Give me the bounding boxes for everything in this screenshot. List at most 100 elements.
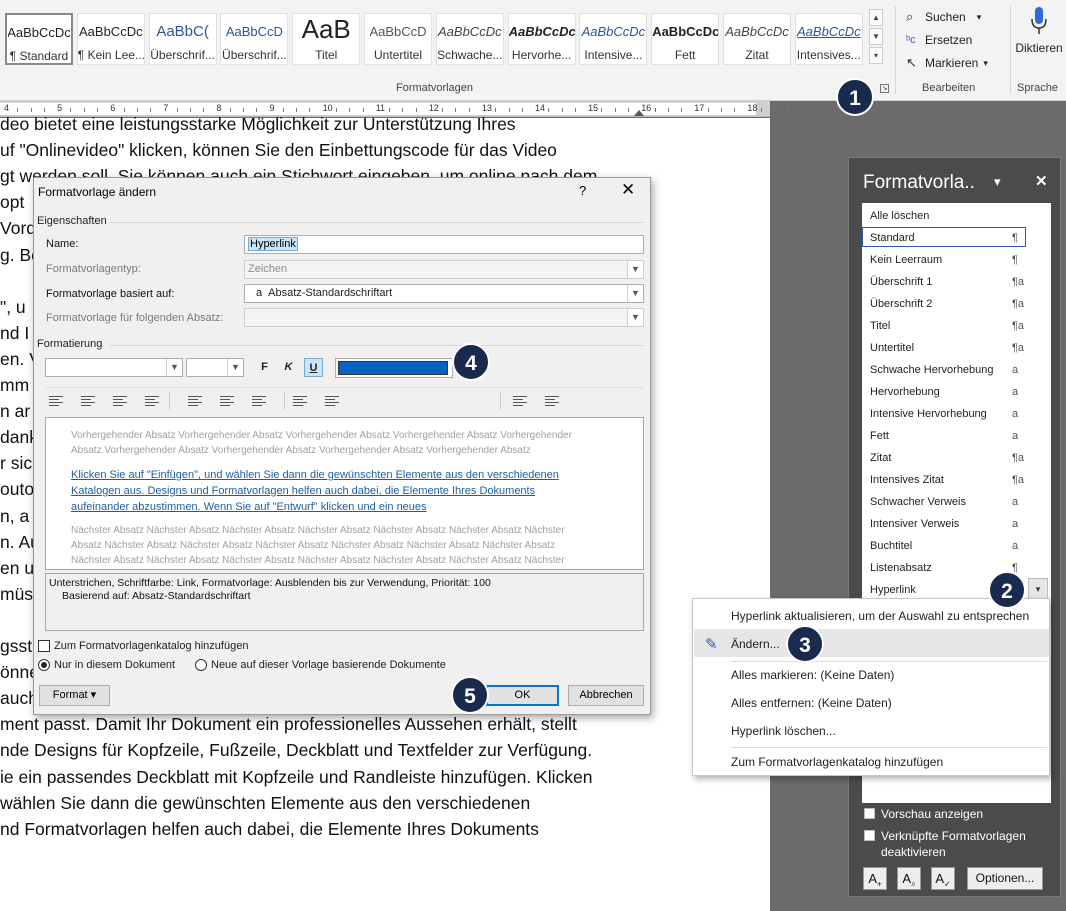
style-list-item[interactable]: Titel xyxy=(870,320,890,332)
icon-line xyxy=(545,396,559,397)
style-tile[interactable]: AaBbCcDc Hervorhe... xyxy=(507,13,576,65)
dictate-button[interactable]: Diktieren xyxy=(1014,6,1064,62)
gallery-more-icon[interactable]: ▾ xyxy=(869,47,883,64)
style-preview-text: AaBbCcDc xyxy=(581,24,646,39)
manage-styles-button[interactable]: A✓ xyxy=(931,867,955,890)
pane-close-icon[interactable]: ✕ xyxy=(1035,172,1048,190)
paragraph-format-icon[interactable] xyxy=(513,394,529,408)
select-button[interactable]: ↖ Markieren ▾ xyxy=(906,53,988,73)
preview-next-paragraph: Absatz Nächster Absatz Nächster Absatz N… xyxy=(71,540,556,551)
style-name: ¶ Kein Lee... xyxy=(77,48,144,62)
style-name: Untertitel xyxy=(373,48,423,62)
pane-options-chevron-icon[interactable]: ▾ xyxy=(994,174,1001,190)
paragraph-format-icon[interactable] xyxy=(49,394,65,408)
style-list-item[interactable]: Zitat xyxy=(870,452,891,464)
dialog-close-icon[interactable]: ✕ xyxy=(621,180,635,200)
style-list-item[interactable]: Untertitel xyxy=(870,342,914,354)
styles-dialog-launcher-icon[interactable]: ↘ xyxy=(880,84,889,93)
cancel-button[interactable]: Abbrechen xyxy=(568,685,644,706)
menu-item-select-all[interactable]: Alles markieren: (Keine Daten) xyxy=(731,668,894,682)
modify-style-dialog: Formatvorlage ändern ? ✕ Eigenschaften N… xyxy=(33,177,651,715)
indent-marker-icon[interactable] xyxy=(634,110,644,116)
search-icon: ⌕ xyxy=(906,9,914,24)
paragraph-format-icon[interactable] xyxy=(325,394,341,408)
paragraph-format-icon[interactable] xyxy=(252,394,268,408)
only-this-doc-radio[interactable] xyxy=(38,659,50,671)
new-style-button[interactable]: A+ xyxy=(863,867,887,890)
find-button[interactable]: ⌕ Suchen ▾ xyxy=(906,7,981,27)
italic-button[interactable]: K xyxy=(279,358,298,377)
based-on-select[interactable]: a Absatz-Standardschriftart ▼ xyxy=(244,284,644,303)
paragraph-format-icon[interactable] xyxy=(113,394,129,408)
style-inspector-button[interactable]: A⌕ xyxy=(897,867,921,890)
style-list-item[interactable]: Fett xyxy=(870,430,889,442)
menu-item-update-hyperlink[interactable]: Hyperlink aktualisieren, um der Auswahl … xyxy=(731,609,1029,623)
style-tile[interactable]: AaBbCcDc Schwache... xyxy=(435,13,504,65)
ok-button[interactable]: OK xyxy=(486,685,559,706)
style-tile[interactable]: AaB Titel xyxy=(292,13,361,65)
bold-button[interactable]: F xyxy=(255,358,274,377)
ruler-number: 8 xyxy=(216,103,222,113)
paragraph-format-icon[interactable] xyxy=(188,394,204,408)
style-list-item[interactable]: Hyperlink xyxy=(870,584,916,596)
new-docs-radio[interactable] xyxy=(195,659,207,671)
options-button[interactable]: Optionen... xyxy=(967,867,1043,890)
add-to-gallery-checkbox[interactable] xyxy=(38,640,50,652)
ruler-tick xyxy=(335,108,337,112)
style-tile[interactable]: AaBbCcDc Intensive... xyxy=(579,13,648,65)
style-list-item[interactable]: Intensiver Verweis xyxy=(870,518,959,530)
menu-item-modify[interactable]: Ändern... xyxy=(731,637,780,651)
paragraph-format-icon[interactable] xyxy=(220,394,236,408)
style-tile[interactable]: AaBbCcDc ¶ Standard xyxy=(5,13,73,65)
style-preview-text: AaBbCcDc xyxy=(652,24,719,39)
paragraph-format-icon[interactable] xyxy=(545,394,561,408)
style-list-item[interactable]: Standard xyxy=(870,232,915,244)
hyperlink-dropdown-icon[interactable]: ▾ xyxy=(1028,578,1048,600)
menu-item-remove-all[interactable]: Alles entfernen: (Keine Daten) xyxy=(731,696,892,710)
style-tile[interactable]: AaBbCcDc Intensives... xyxy=(794,13,863,65)
ruler-tick xyxy=(787,108,789,112)
font-color-select[interactable] xyxy=(335,358,453,378)
ruler-tick xyxy=(30,108,32,112)
style-preview-text: AaB xyxy=(301,14,351,44)
style-list-item[interactable]: Überschrift 2 xyxy=(870,298,932,310)
microphone-icon xyxy=(1031,7,1047,34)
replace-button[interactable]: ᵇc Ersetzen xyxy=(906,30,972,50)
paragraph-format-icon[interactable] xyxy=(145,394,161,408)
gallery-scroll-down-icon[interactable]: ▼ xyxy=(869,28,883,45)
style-list-item[interactable]: Intensives Zitat xyxy=(870,474,944,486)
style-tile[interactable]: AaBbCcD Überschrif... xyxy=(220,13,289,65)
style-tile[interactable]: AaBbC(Überschrif... xyxy=(148,13,217,65)
group-label-bearbeiten: Bearbeiten xyxy=(922,82,976,94)
style-tile[interactable]: AaBbCcDc Fett xyxy=(651,13,720,65)
font-select[interactable]: ▼ xyxy=(45,358,183,377)
help-icon[interactable]: ? xyxy=(579,183,586,198)
style-list-item[interactable]: Überschrift 1 xyxy=(870,276,932,288)
style-list-item[interactable]: Schwacher Verweis xyxy=(870,496,966,508)
style-list-item[interactable]: Buchtitel xyxy=(870,540,912,552)
style-list-item[interactable]: Hervorhebung xyxy=(870,386,940,398)
format-button[interactable]: Format ▾ xyxy=(39,685,110,706)
step-badge-4: 4 xyxy=(452,343,490,381)
linked-styles-checkbox[interactable] xyxy=(864,830,875,841)
preview-checkbox[interactable] xyxy=(864,808,875,819)
menu-item-add-to-gallery[interactable]: Zum Formatvorlagenkatalog hinzufügen xyxy=(731,755,943,769)
font-size-select[interactable]: ▼ xyxy=(186,358,244,377)
name-input[interactable]: Hyperlink xyxy=(244,235,644,254)
ruler-tick xyxy=(43,108,45,112)
style-list-item[interactable]: Kein Leerraum xyxy=(870,254,942,266)
style-list-item[interactable]: Intensive Hervorhebung xyxy=(870,408,987,420)
style-tile[interactable]: AaBbCcD Untertitel xyxy=(364,13,432,65)
style-tile[interactable]: AaBbCcDc Zitat xyxy=(723,13,791,65)
style-list-item[interactable]: Schwache Hervorhebung xyxy=(870,364,994,376)
paragraph-format-icon[interactable] xyxy=(293,394,309,408)
style-tile[interactable]: AaBbCcDc ¶ Kein Lee... xyxy=(76,13,145,65)
paragraph-format-icon[interactable] xyxy=(81,394,97,408)
style-list-item[interactable]: Listenabsatz xyxy=(870,562,932,574)
chevron-down-icon: ▾ xyxy=(983,57,988,68)
menu-item-delete-hyperlink[interactable]: Hyperlink löschen... xyxy=(731,724,836,738)
ruler-number: 10 xyxy=(322,103,333,113)
style-list-item[interactable]: Alle löschen xyxy=(870,210,929,222)
gallery-scroll-up-icon[interactable]: ▲ xyxy=(869,9,883,26)
underline-button[interactable]: U xyxy=(304,358,323,377)
